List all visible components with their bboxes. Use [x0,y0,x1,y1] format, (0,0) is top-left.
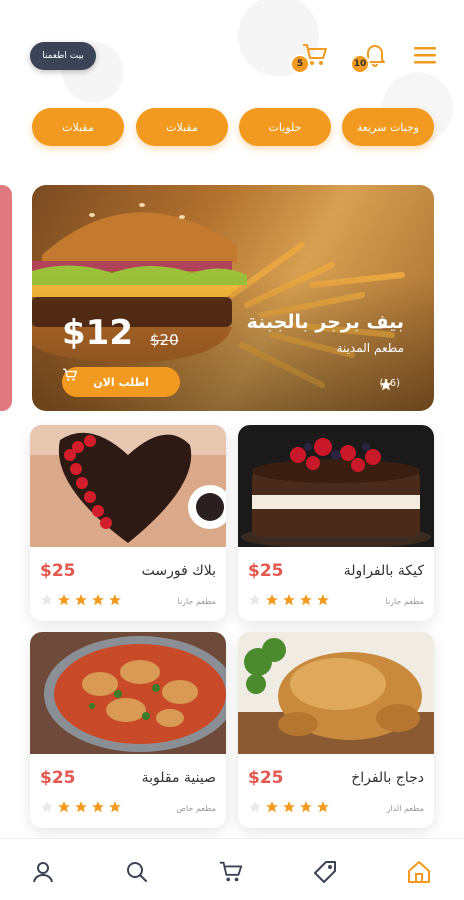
star-empty-icon [41,594,53,606]
tag-icon [314,861,336,883]
hero-rating: (16) [379,378,404,391]
star-icon [283,594,295,606]
star-icon [300,594,312,606]
category-appetizers-2[interactable]: مقبلات [32,108,124,146]
product-card[interactable]: كيكة بالفراولة $25 مطعم جارنا [238,425,434,621]
category-bar: وجبات سريعة حلويات مقبلات مقبلات [0,108,464,148]
product-name: صينية مقلوبة [141,770,216,786]
hero-old-price: $20 [150,331,179,349]
category-appetizers[interactable]: مقبلات [136,108,228,146]
bottom-navigation [0,838,464,900]
star-icon [317,801,329,813]
cart-button[interactable]: 5 [290,38,332,74]
product-rating [40,800,122,814]
product-price: $25 [248,768,284,788]
product-name: كيكة بالفراولة [343,563,424,579]
star-icon [75,801,87,813]
nav-profile[interactable] [28,857,58,887]
black-forest-cake-image [30,425,226,547]
nav-cart[interactable] [216,857,246,887]
user-icon [33,862,53,883]
top-bar: بيت اطعمنا 5 10 [0,38,464,78]
hero-restaurant: مطعم المدينة [336,341,404,355]
star-icon [283,801,295,813]
star-icon [317,594,329,606]
product-rating [40,593,122,607]
product-card[interactable]: بلاك فورست $25 مطعم جارنا [30,425,226,621]
product-card[interactable]: دجاج بالفراخ $25 مطعم الدار [238,632,434,828]
nav-search[interactable] [122,857,152,887]
user-pill[interactable]: بيت اطعمنا [30,42,96,70]
product-price: $25 [40,561,76,581]
product-restaurant: مطعم الدار [386,804,424,813]
hero-title: بيف برجر بالجبنة [246,311,404,333]
hamburger-icon [414,47,436,64]
featured-banner[interactable]: بيف برجر بالجبنة مطعم المدينة (16) $12 $… [32,185,434,411]
cart-badge: 5 [290,54,310,74]
strawberry-cake-image [238,425,434,547]
product-price: $25 [40,768,76,788]
order-now-label: اطلب الان [93,375,149,389]
star-icon [92,594,104,606]
order-now-button[interactable]: اطلب الان [62,367,180,397]
nav-offers[interactable] [310,857,340,887]
star-icon [109,594,121,606]
star-empty-icon [249,801,261,813]
star-icon [75,594,87,606]
category-fast-food[interactable]: وجبات سريعة [342,108,434,146]
product-restaurant: مطعم خاص [176,804,216,813]
star-empty-icon [41,801,53,813]
star-empty-icon [249,594,261,606]
prev-slide-peek[interactable] [0,185,12,411]
background-pattern [0,0,464,180]
hero-price: $12 [62,313,133,353]
star-empty-icon [380,379,393,391]
star-icon [58,801,70,813]
product-price: $25 [248,561,284,581]
product-rating [248,593,330,607]
product-name: دجاج بالفراخ [351,770,424,786]
roast-chicken-image [238,632,434,754]
product-card[interactable]: صينية مقلوبة $25 مطعم خاص [30,632,226,828]
home-icon [408,861,430,883]
star-icon [300,801,312,813]
star-icon [109,801,121,813]
notifications-button[interactable]: 10 [350,38,392,74]
star-icon [58,594,70,606]
star-icon [266,801,278,813]
menu-button[interactable] [408,38,442,72]
star-icon [266,594,278,606]
product-name: بلاك فورست [141,563,216,579]
product-rating [248,800,330,814]
nav-home[interactable] [404,857,434,887]
cart-icon [63,368,77,381]
star-icon [92,801,104,813]
maqluba-tray-image [30,632,226,754]
product-restaurant: مطعم جارنا [385,597,424,606]
search-icon [127,862,147,882]
notif-badge: 10 [350,54,370,74]
cart-icon [219,861,243,882]
category-desserts[interactable]: حلويات [239,108,331,146]
product-restaurant: مطعم جارنا [177,597,216,606]
